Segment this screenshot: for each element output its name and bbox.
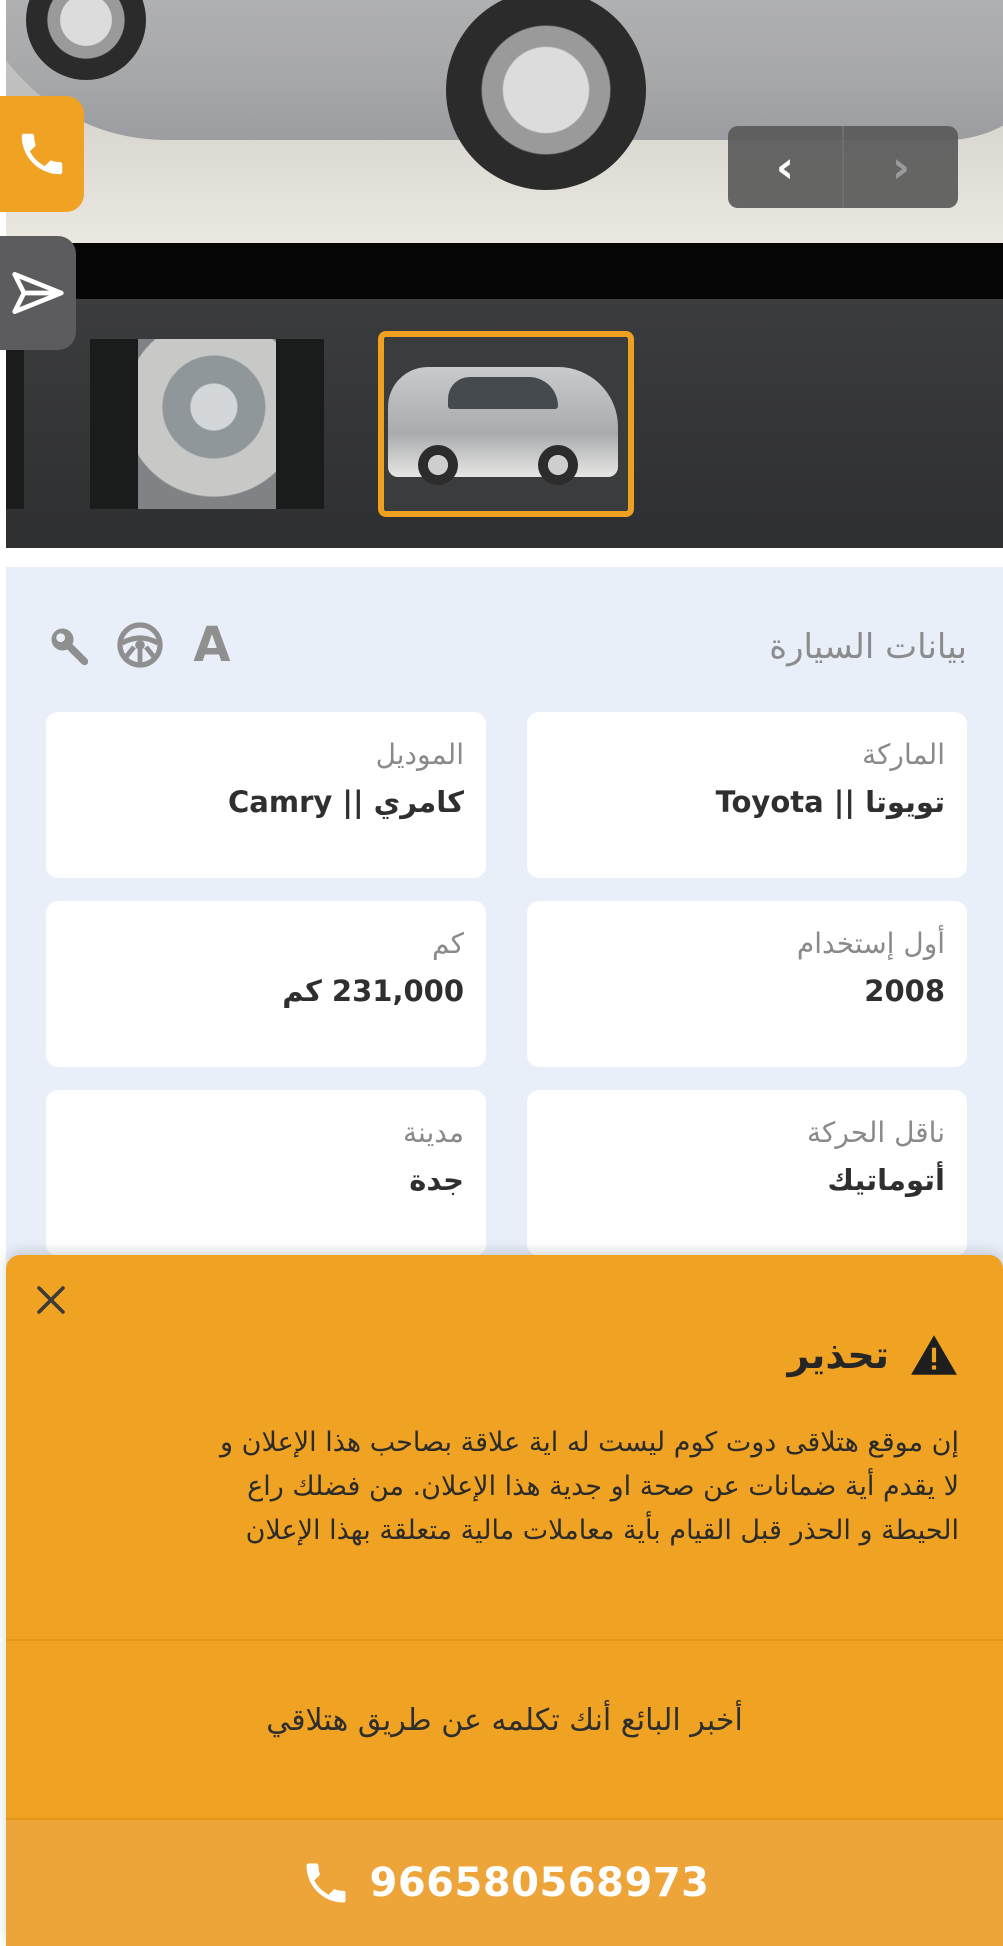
field-card-brand: الماركة تويوتا || Toyota [527,712,967,878]
field-value: تويوتا || Toyota [715,785,945,819]
field-value: كامري || Camry [228,785,464,819]
field-card-first-use: أول إستخدام 2008 [527,901,967,1067]
field-value: 231,000 كم [282,974,464,1008]
divider [6,1639,1003,1641]
wrench-icon[interactable] [44,621,92,669]
thumbnail-car-wheel [418,445,458,485]
field-value: جدة [409,1163,464,1197]
field-card-model: الموديل كامري || Camry [46,712,486,878]
thumbnail-car-image [388,367,618,485]
thumbnail-strip [6,299,1003,548]
steering-wheel-icon[interactable] [116,621,164,669]
phone-icon [306,1863,345,1903]
warning-modal: تحذير إن موقع هتلاقى دوت كوم ليست له اية… [6,1255,1003,1946]
photo-gallery: ‹ › [6,0,1003,548]
field-card-mileage: كم 231,000 كم [46,901,486,1067]
thumbnail-interior-image [138,339,276,509]
warning-message: إن موقع هتلاقى دوت كوم ليست له اية علاقة… [59,1421,959,1553]
font-a-icon[interactable]: A [188,621,236,669]
floating-call-button[interactable] [0,96,84,212]
field-label: الموديل [375,738,464,771]
field-card-city: مدينة جدة [46,1090,486,1256]
share-icon [12,272,64,314]
warning-triangle-icon [911,1335,957,1375]
phone-number: 966580568973 [369,1860,710,1906]
chevron-right-icon: › [891,141,911,193]
thumbnail-car-wheel [538,445,578,485]
thumbnail-interior[interactable] [90,339,324,509]
gallery-nav: ‹ › [728,126,958,208]
gallery-next-button[interactable]: › [844,126,958,208]
photo-letterbox [6,243,1003,299]
field-label: الماركة [862,738,945,771]
field-value: أتوماتيك [827,1163,945,1197]
floating-share-button[interactable] [0,236,76,350]
field-value: 2008 [864,974,945,1008]
field-label: كم [432,927,464,960]
thumbnail-selected[interactable] [378,331,634,517]
section-header: بيانات السيارة A [6,607,1003,683]
field-card-transmission: ناقل الحركة أتوماتيك [527,1090,967,1256]
thumbnail-car-window [448,377,558,409]
car-details-section: بيانات السيارة A الماركة تويوتا || Toyot… [6,567,1003,1267]
section-header-icons: A [44,621,236,669]
close-icon [37,1286,65,1314]
close-button[interactable] [28,1277,74,1323]
warning-header: تحذير [787,1333,959,1377]
warning-line: إن موقع هتلاقى دوت كوم ليست له اية علاقة… [220,1427,959,1458]
tell-seller-text: أخبر البائع أنك تكلمه عن طريق هتلاقي [266,1703,743,1738]
warning-line: لا يقدم أية ضمانات عن صحة او جدية هذا ال… [247,1471,959,1502]
phone-icon [21,133,63,175]
call-seller-button[interactable]: 966580568973 [6,1820,1003,1946]
gallery-prev-button[interactable]: ‹ [728,126,844,208]
thumbnail-partial[interactable] [6,339,24,509]
chevron-left-icon: ‹ [775,141,795,193]
warning-line: الحيطة و الحذر قبل القيام بأية معاملات م… [245,1515,959,1546]
field-label: أول إستخدام [796,927,945,960]
field-label: ناقل الحركة [807,1116,945,1149]
field-label: مدينة [403,1116,464,1149]
warning-title: تحذير [787,1333,889,1377]
section-title: بيانات السيارة [769,627,967,667]
